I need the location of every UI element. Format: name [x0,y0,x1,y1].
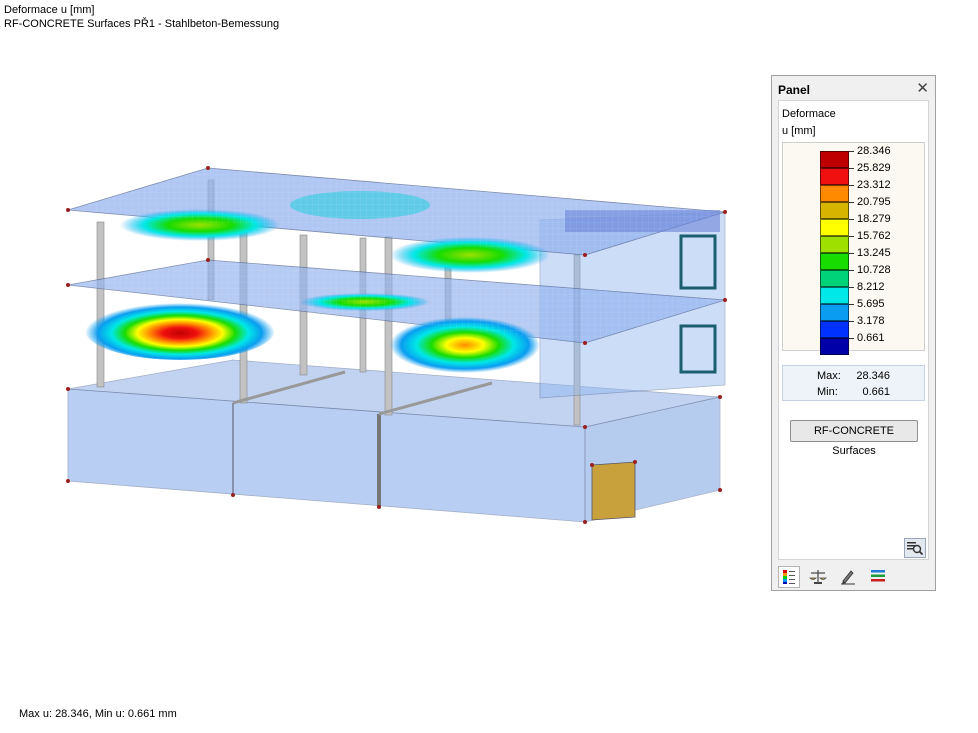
pencil-icon [841,570,855,585]
scale-tick [849,321,854,322]
tab-pencil[interactable] [838,566,860,588]
scale-value: 5.695 [857,298,885,310]
scale-tick [849,253,854,254]
lines-icon [871,570,885,582]
scale-value: 25.829 [857,162,891,174]
max-value: 28.346 [856,370,890,382]
min-max-box: Max: 28.346 Min: 0.661 [782,365,925,401]
balance-icon [809,570,827,584]
scale-tick [849,236,854,237]
scale-tick [849,219,854,220]
panel-title: Panel [778,83,811,97]
panel-options-button[interactable] [904,538,926,558]
scale-swatch [820,287,849,304]
scale-swatch [820,304,849,321]
tab-color-scale[interactable] [778,566,800,588]
color-scale[interactable]: 28.346 25.829 23.312 20.795 18.279 15.762 13.2… [782,142,925,355]
scale-value: 0.661 [857,332,885,344]
panel-body: Deformace u [mm] 28.346 25.829 23.312 20.79… [778,100,929,560]
scale-value: 10.728 [857,264,891,276]
scale-swatch [820,321,849,338]
scale-value: 3.178 [857,315,885,327]
scale-swatch [820,270,849,287]
tab-lines[interactable] [868,566,890,588]
scale-tick [849,185,854,186]
min-label: Min: [817,386,838,398]
panel-tabs [778,566,928,588]
scale-tick [849,304,854,305]
tab-balance[interactable] [808,566,830,588]
scale-swatch [820,236,849,253]
scale-swatch [820,151,849,168]
min-value: 0.661 [862,386,890,398]
scale-swatch [820,219,849,236]
scale-value: 28.346 [857,145,891,157]
scale-tick [849,168,854,169]
scale-swatch [820,338,849,355]
scale-value: 8.212 [857,281,885,293]
magnifier-list-icon [907,542,924,556]
result-unit-label: u [mm] [782,125,816,137]
scale-value: 18.279 [857,213,891,225]
max-label: Max: [817,370,841,382]
structure-3d-model[interactable] [0,0,760,700]
scale-tick [849,202,854,203]
scale-value: 20.795 [857,196,891,208]
scale-value: 13.245 [857,247,891,259]
scale-swatch [820,202,849,219]
close-icon[interactable]: ✕ [916,79,929,97]
scale-tick [849,338,854,339]
scale-tick [849,287,854,288]
scale-tick [849,270,854,271]
result-summary: Max u: 28.346, Min u: 0.661 mm [19,708,177,720]
scale-swatch [820,253,849,270]
rf-concrete-surfaces-button[interactable]: RF-CONCRETE Surfaces [790,420,918,457]
scale-value: 15.762 [857,230,891,242]
scale-swatch [820,185,849,202]
color-scale-icon [783,570,795,584]
result-type-label: Deformace [782,108,836,120]
results-panel: Panel ✕ Deformace u [mm] 28.346 25.829 23.… [771,75,936,591]
scale-swatch [820,168,849,185]
scale-tick [849,151,854,152]
scale-value: 23.312 [857,179,891,191]
